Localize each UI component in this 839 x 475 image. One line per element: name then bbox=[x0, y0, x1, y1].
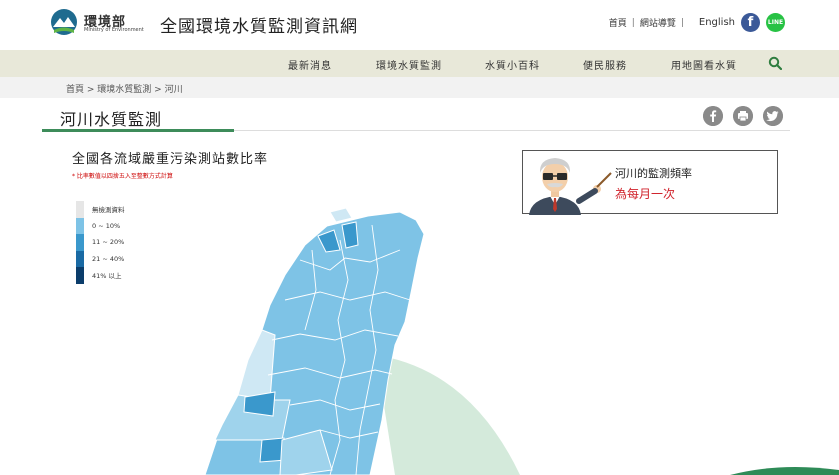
map-region[interactable] bbox=[329, 207, 353, 223]
taiwan-basin-map bbox=[204, 207, 839, 475]
teacher-answer: 為每月一次 bbox=[615, 187, 676, 201]
teacher-info-box: 河川的監測頻率 為每月一次 bbox=[522, 150, 778, 215]
teacher-question: 河川的監測頻率 bbox=[615, 167, 692, 180]
decor-arc bbox=[376, 355, 520, 475]
map-region[interactable] bbox=[237, 329, 276, 401]
teacher-illustration bbox=[529, 158, 612, 215]
page: 環境部 Ministry of Environment 全國環境水質監測資訊網 … bbox=[0, 0, 839, 475]
decor-arc-corner bbox=[730, 466, 839, 475]
